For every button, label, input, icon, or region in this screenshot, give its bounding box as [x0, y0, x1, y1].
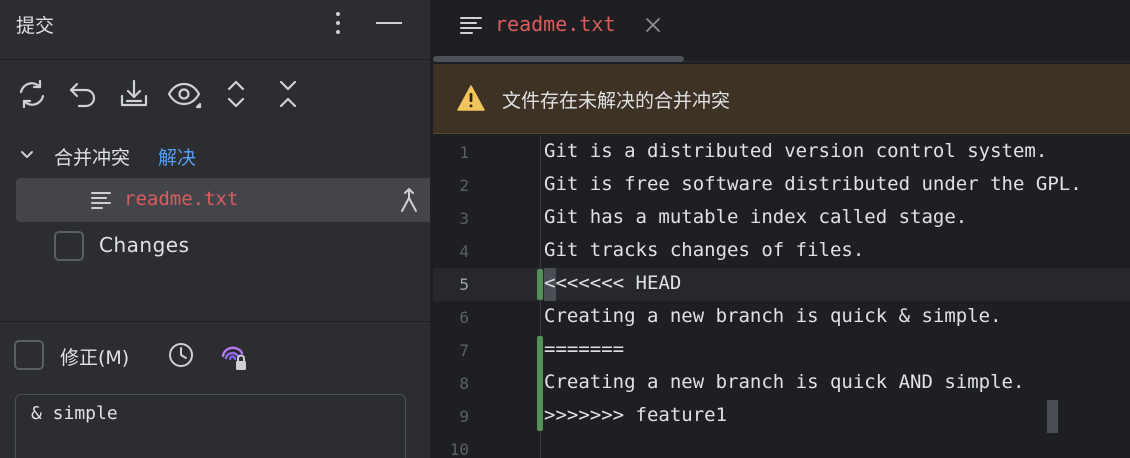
line-number: 7: [459, 341, 469, 360]
change-marker[interactable]: [537, 269, 543, 300]
collapse-all-icon[interactable]: [270, 76, 306, 112]
resolve-link[interactable]: 解决: [158, 143, 196, 170]
refresh-icon[interactable]: [14, 76, 50, 112]
preview-eye-icon[interactable]: [166, 76, 202, 112]
code-line: 3 Git has a mutable index called stage.: [433, 202, 1130, 235]
tab-readme[interactable]: readme.txt: [495, 12, 615, 36]
line-number: 1: [459, 143, 469, 162]
commit-message-area: 修正(M) & simple: [0, 321, 430, 458]
merge-conflict-banner: 文件存在未解决的合并冲突: [433, 64, 1130, 134]
close-icon[interactable]: [643, 15, 663, 35]
merge-conflict-icon[interactable]: [398, 186, 420, 214]
commit-panel-header: 提交: [0, 0, 430, 60]
conflict-banner-text: 文件存在未解决的合并冲突: [502, 90, 731, 112]
warning-icon: [457, 85, 485, 111]
code-line: 6 Creating a new branch is quick & simpl…: [433, 301, 1130, 334]
code-text: =======: [544, 338, 625, 360]
code-text: Git is a distributed version control sys…: [544, 140, 1048, 162]
code-text: Git is free software distributed under t…: [544, 173, 1082, 195]
code-text: Git tracks changes of files.: [544, 239, 865, 261]
commit-panel: 提交 合并冲突 解决 readme.txt Changes 修正(M) & si…: [0, 0, 430, 458]
changes-checkbox[interactable]: [54, 231, 84, 261]
editor-area: readme.txt 文件存在未解决的合并冲突 1 Git is a distr…: [432, 0, 1130, 458]
code-text: <<<<<<< HEAD: [544, 272, 682, 294]
ai-assistant-icon[interactable]: [218, 341, 250, 373]
code-editor[interactable]: 1 Git is a distributed version control s…: [433, 136, 1130, 458]
code-text: Creating a new branch is quick & simple.: [544, 305, 1002, 327]
line-number: 3: [459, 209, 469, 228]
change-marker[interactable]: [537, 336, 543, 431]
panel-title: 提交: [16, 15, 55, 37]
history-clock-icon[interactable]: [167, 341, 195, 369]
update-download-icon[interactable]: [116, 76, 152, 112]
text-file-icon: [460, 17, 482, 34]
code-line: 2 Git is free software distributed under…: [433, 169, 1130, 202]
editor-tab-bar: readme.txt: [433, 0, 1130, 62]
line-number: 5: [459, 275, 469, 294]
commit-message-text: & simple: [31, 403, 118, 424]
changes-label: Changes: [99, 233, 190, 257]
tab-scrollbar[interactable]: [433, 56, 684, 62]
line-number: 10: [449, 440, 469, 458]
text-file-icon: [91, 192, 111, 209]
line-number: 9: [459, 407, 469, 426]
chevron-down-icon[interactable]: [18, 146, 36, 164]
line-number: 8: [459, 374, 469, 393]
amend-checkbox[interactable]: [14, 340, 44, 370]
code-line: 4 Git tracks changes of files.: [433, 235, 1130, 268]
bracket-highlight: [1047, 400, 1058, 433]
amend-label[interactable]: 修正(M): [60, 343, 129, 370]
code-line: 10: [433, 433, 1130, 458]
line-number: 4: [459, 242, 469, 261]
line-number: 6: [459, 308, 469, 327]
code-text: Creating a new branch is quick AND simpl…: [544, 371, 1025, 393]
more-vertical-icon[interactable]: [328, 8, 348, 38]
merge-conflicts-label: 合并冲突: [54, 147, 131, 169]
code-text: >>>>>>> feature1: [544, 404, 728, 426]
line-number: 2: [459, 176, 469, 195]
code-line: 1 Git is a distributed version control s…: [433, 136, 1130, 169]
expand-all-icon[interactable]: [218, 76, 254, 112]
code-text: Git has a mutable index called stage.: [544, 206, 968, 228]
conflict-file-name: readme.txt: [124, 188, 239, 210]
commit-message-input[interactable]: & simple: [15, 394, 406, 458]
conflict-file-item[interactable]: readme.txt: [16, 178, 430, 222]
minimize-icon[interactable]: [376, 22, 402, 24]
rollback-icon[interactable]: [66, 76, 102, 112]
